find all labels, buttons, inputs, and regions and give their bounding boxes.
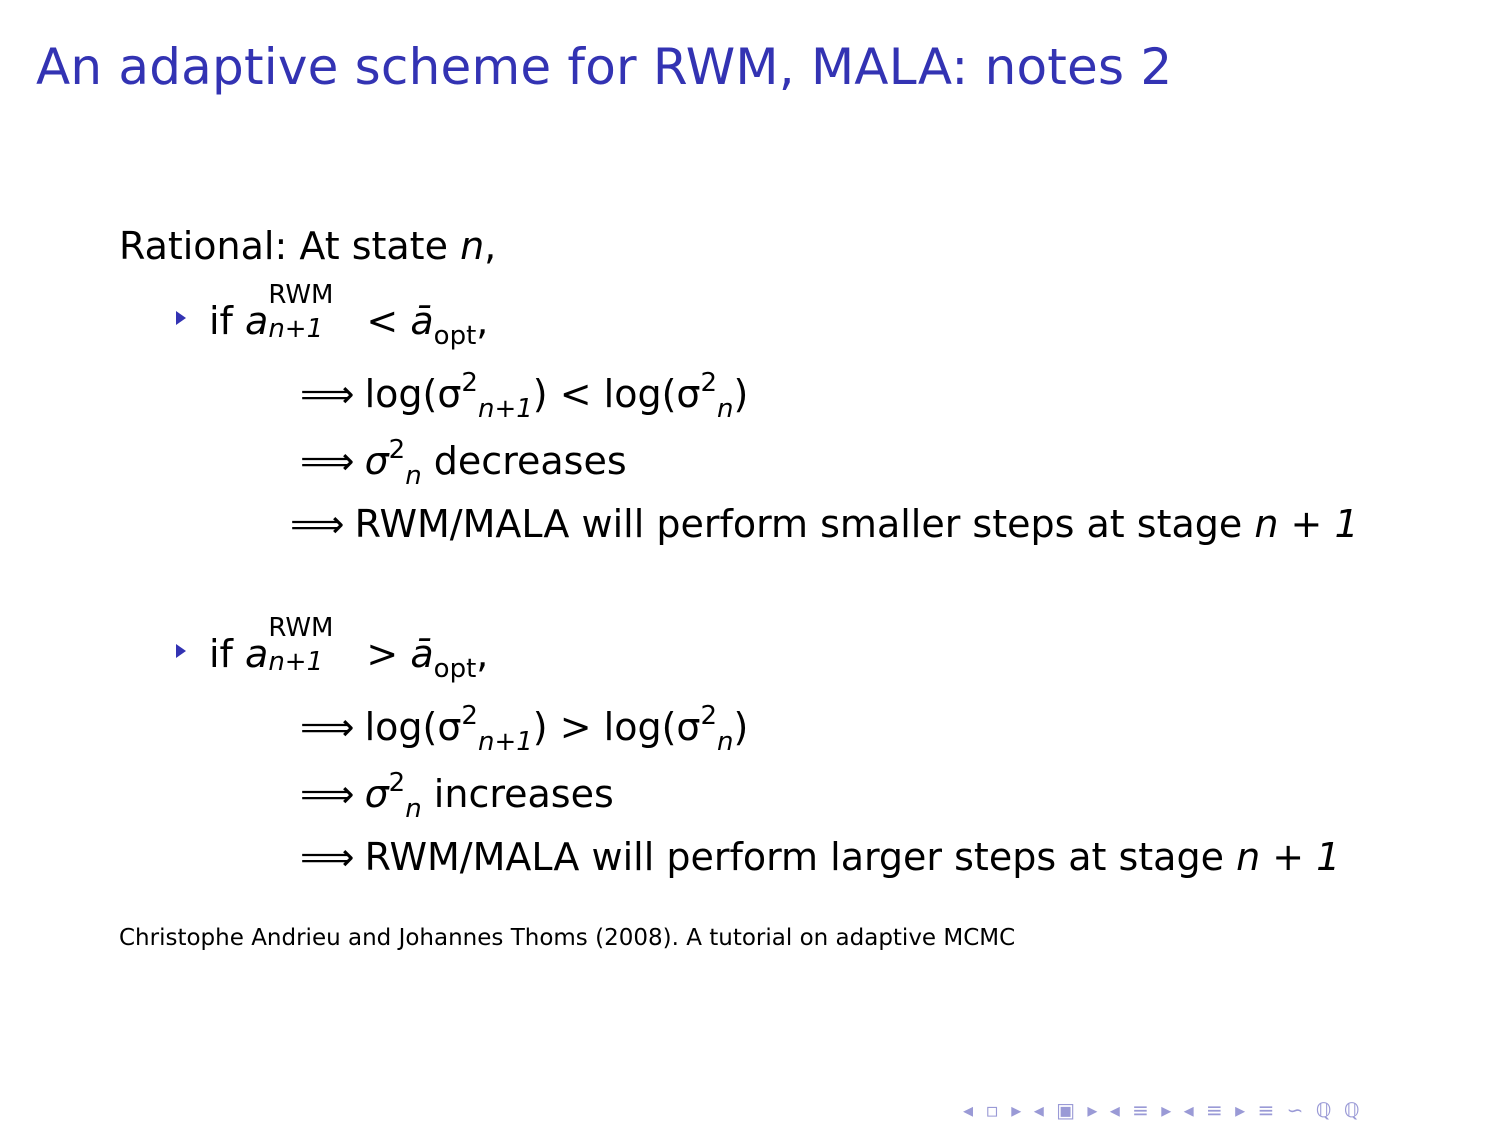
supsub: RWM n+1 xyxy=(268,612,334,677)
implies-icon: ⟹ xyxy=(300,705,355,749)
var-abar: ā xyxy=(410,632,434,676)
implies-icon: ⟹ xyxy=(300,439,355,483)
sub-opt: opt xyxy=(433,654,477,684)
implies-icon: ⟹ xyxy=(290,502,345,546)
relation: < xyxy=(366,299,399,343)
supsub: RWM n+1 xyxy=(268,279,334,344)
if-word: if xyxy=(209,299,233,343)
beamer-navigation-icons[interactable]: ◂ ▫ ▸ ◂ ▣ ▸ ◂ ≡ ▸ ◂ ≡ ▸ ≡ ∽ ℚ ℚ xyxy=(963,1098,1363,1122)
intro-label: Rational: xyxy=(119,224,288,268)
block2-line3: ⟹ RWM/MALA will perform larger steps at … xyxy=(300,835,1341,879)
implies-icon: ⟹ xyxy=(300,835,355,879)
slide-title: An adaptive scheme for RWM, MALA: notes … xyxy=(36,38,1173,96)
var-a: a xyxy=(245,299,269,343)
reference-citation: Christophe Andrieu and Johannes Thoms (2… xyxy=(119,925,1016,951)
block2-line2: ⟹ σ2n increases xyxy=(300,768,614,824)
intro-text: At state xyxy=(299,224,448,268)
intro-line: Rational: At state n, xyxy=(119,224,496,268)
bullet-1-icon xyxy=(176,311,186,325)
var-a: a xyxy=(245,632,269,676)
block1-line3: ⟹ RWM/MALA will perform smaller steps at… xyxy=(290,502,1359,546)
relation: > xyxy=(366,632,399,676)
block1-line1: ⟹ log(σ2n+1) < log(σ2n) xyxy=(300,368,749,424)
block1-condition: if a RWM n+1 < āopt, xyxy=(209,279,489,351)
intro-var: n xyxy=(460,224,485,268)
block2-condition: if a RWM n+1 > āopt, xyxy=(209,612,489,684)
var-abar: ā xyxy=(410,299,434,343)
bullet-2-icon xyxy=(176,644,186,658)
if-word: if xyxy=(209,632,233,676)
implies-icon: ⟹ xyxy=(300,372,355,416)
block1-line2: ⟹ σ2n decreases xyxy=(300,435,627,491)
block2-line1: ⟹ log(σ2n+1) > log(σ2n) xyxy=(300,701,749,757)
sub-opt: opt xyxy=(433,321,477,351)
implies-icon: ⟹ xyxy=(300,772,355,816)
intro-comma: , xyxy=(484,224,497,268)
